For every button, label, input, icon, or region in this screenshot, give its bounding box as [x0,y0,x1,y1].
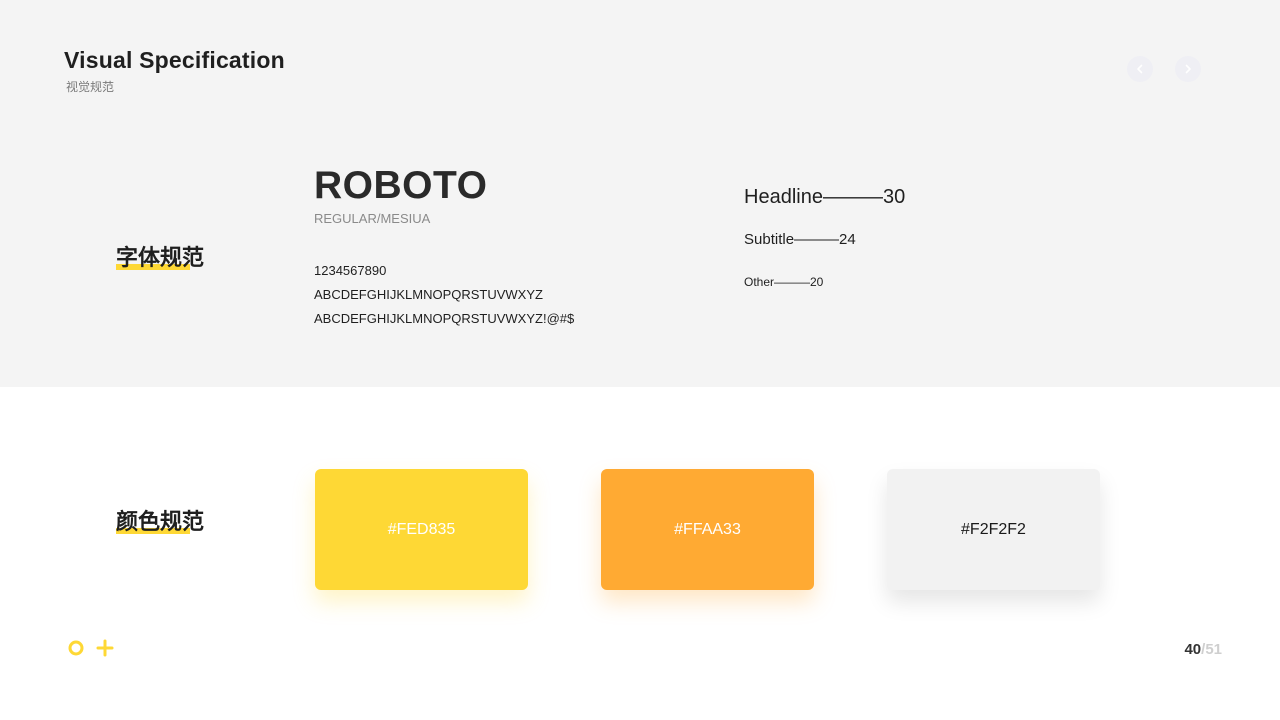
decoration-icons [68,639,114,657]
page-current: 40 [1184,641,1202,658]
sample-symbols: ABCDEFGHIJKLMNOPQRSTUVWXYZ!@#$ [314,311,575,326]
sample-digits: 1234567890 [314,263,387,278]
next-button[interactable] [1175,56,1201,82]
color-swatch-gray: #F2F2F2 [887,469,1100,590]
page-title: Visual Specification [64,47,285,73]
prev-button[interactable] [1127,56,1153,82]
swatch-hex: #FED835 [387,520,456,538]
chevron-right-icon [1185,64,1191,74]
color-section-label: 颜色规范 [116,510,205,535]
typography-section-label: 字体规范 [116,246,205,271]
font-weights: REGULAR/MESIUA [314,211,431,226]
sample-alphabet: ABCDEFGHIJKLMNOPQRSTUVWXYZ [314,287,543,302]
page-indicator: 40/51 [1184,641,1222,658]
size-other: Other———20 [744,275,824,289]
slide: Visual Specification 视觉规范 字体规范 ROBOTO RE… [0,0,1280,720]
chevron-left-icon [1137,64,1143,74]
size-headline: Headline———30 [744,186,906,208]
swatch-hex: #FFAA33 [674,520,741,538]
color-swatch-yellow: #FED835 [315,469,528,590]
plus-icon [96,639,114,657]
page-subtitle: 视觉规范 [66,80,115,94]
size-subtitle: Subtitle———24 [744,231,856,248]
page-total: 51 [1205,641,1222,658]
font-name: ROBOTO [314,164,488,207]
swatch-hex: #F2F2F2 [961,520,1026,538]
circle-icon [68,640,84,656]
color-swatch-orange: #FFAA33 [601,469,814,590]
